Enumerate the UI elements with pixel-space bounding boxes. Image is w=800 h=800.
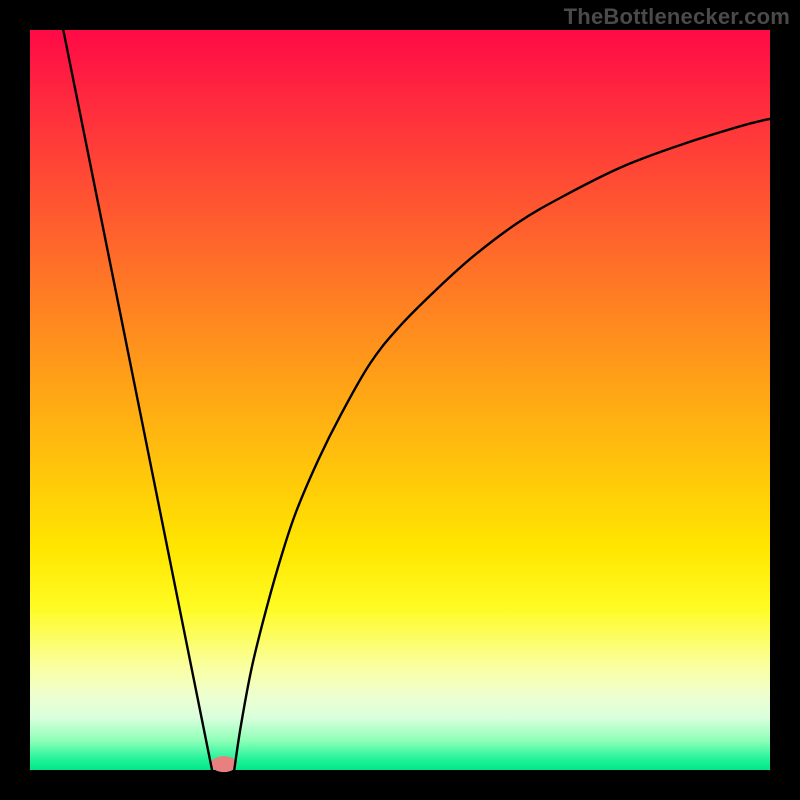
chart-svg xyxy=(0,0,800,800)
plot-background xyxy=(30,30,770,770)
chart-frame: TheBottlenecker.com xyxy=(0,0,800,800)
min-marker xyxy=(211,756,237,772)
